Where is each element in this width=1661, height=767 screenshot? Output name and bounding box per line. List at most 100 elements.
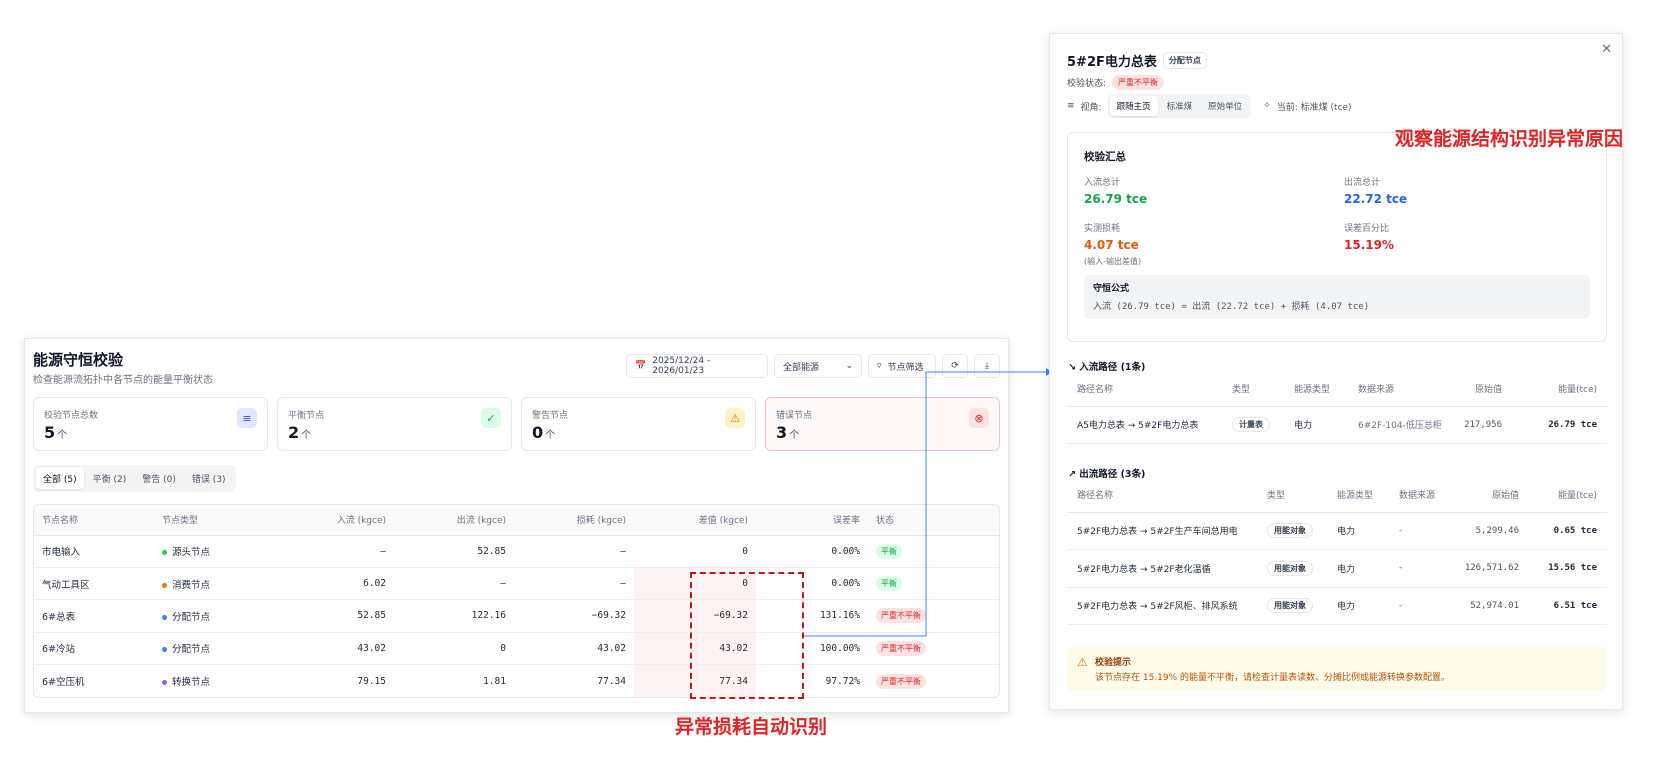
detail-title: 5#2F电力总表 分配节点 — [1067, 51, 1207, 70]
tab-warning[interactable]: 警告 (0) — [135, 468, 183, 489]
energy-type: 电力 — [1327, 512, 1389, 550]
stat-cards: 校验节点总数 5个 ≡ 平衡节点 2个 ✓ 警告节点 0个 ⚠ 错误节点 3个 … — [33, 397, 1000, 451]
hint-text: 该节点存在 15.19% 的能量不平衡，请检查计量表读数、分摊比例或能源转换参数… — [1095, 673, 1451, 683]
stat-label: 警告节点 — [532, 411, 569, 421]
path-name: 5#2F电力总表 → 5#2F风柜、排风系统 — [1067, 587, 1257, 625]
type-dot — [162, 550, 167, 556]
status-cell: 平衡 — [868, 535, 999, 568]
status-cell: 严重不平衡 — [868, 632, 999, 666]
annotation-anomaly-loss: 异常损耗自动识别 — [675, 716, 828, 738]
column-header: 节点类型 — [154, 505, 274, 536]
table-header-row: 路径名称 类型 能源类型 数据来源 原始值 能量(tce) — [1067, 372, 1607, 407]
path-type-tag: 用能对象 — [1267, 560, 1313, 576]
view-switcher: ≡ 视角: 跟随主页 标准煤 原始单位 ✧ 当前: 标准煤 (tce) — [1067, 94, 1351, 118]
tab-all[interactable]: 全部 (5) — [36, 468, 84, 489]
view-option-follow[interactable]: 跟随主页 — [1109, 96, 1158, 116]
stat-label: 平衡节点 — [288, 411, 325, 421]
table-row[interactable]: 5#2F电力总表 → 5#2F老化温循 用能对象 电力 - 126,571.62… — [1067, 549, 1607, 588]
loss-cell: 43.02 — [514, 632, 634, 666]
loss-cell: −69.32 — [514, 599, 634, 633]
stat-value: 3个 — [776, 423, 800, 442]
column-header: 状态 — [868, 505, 999, 536]
table-row[interactable]: 5#2F电力总表 → 5#2F生产车间总用电 用能对象 电力 - 5,299.4… — [1067, 512, 1607, 550]
path-name: 5#2F电力总表 → 5#2F老化温循 — [1067, 549, 1257, 588]
loss-cell: 77.34 — [597, 675, 626, 687]
tab-error[interactable]: 错误 (3) — [185, 468, 233, 489]
raw-value: 217,956 — [1452, 406, 1512, 444]
status-badge: 严重不平衡 — [876, 673, 926, 689]
outflow-cell: 122.16 — [394, 599, 514, 633]
status-badge: 严重不平衡 — [876, 608, 926, 624]
table-row[interactable]: 市电输入 源头节点 – 52.85 – 0 0.00% 平衡 — [34, 535, 999, 568]
column-header: 差值 (kgce) — [634, 505, 756, 536]
status-label: 校验状态: — [1067, 79, 1107, 89]
inflow-cell: – — [274, 535, 394, 568]
path-name: A5电力总表 → 5#2F电力总表 — [1067, 406, 1222, 444]
energy-tce: 15.56 tce — [1529, 549, 1607, 588]
status-cell: 严重不平衡 — [868, 599, 999, 633]
path-name: 5#2F电力总表 → 5#2F生产车间总用电 — [1067, 512, 1257, 550]
column-header: 误差率 — [756, 505, 868, 536]
data-source: - — [1389, 549, 1449, 588]
raw-value: 126,571.62 — [1449, 549, 1529, 588]
close-icon[interactable]: ✕ — [1601, 42, 1612, 57]
table-row[interactable]: 6#冷站 分配节点 43.02 0 43.02 43.02 100.00% 严重… — [34, 632, 999, 666]
type-dot — [162, 582, 167, 588]
download-button[interactable]: ⤓ — [974, 354, 1000, 378]
data-source: 6#2F-104-低压总柜 — [1348, 406, 1452, 444]
view-label: 视角: — [1080, 102, 1102, 113]
tab-balanced[interactable]: 平衡 (2) — [86, 468, 134, 489]
inflow-total: 入流总计 26.79 tce — [1084, 178, 1148, 206]
inflow-path-table: 路径名称 类型 能源类型 数据来源 原始值 能量(tce) A5电力总表 → 5… — [1067, 372, 1607, 444]
type-dot — [162, 614, 167, 620]
outflow-cell: 0 — [394, 632, 514, 666]
inflow-path-title: ↘ 入流路径 (1条) — [1068, 362, 1146, 373]
stat-card-warning: 警告节点 0个 ⚠ — [521, 397, 756, 451]
date-range-text: 2025/12/24 - 2026/01/23 — [652, 356, 711, 376]
warning-icon: ⚠ — [1077, 655, 1088, 669]
energy-type: 电力 — [1327, 549, 1389, 588]
status-tabs: 全部 (5) 平衡 (2) 警告 (0) 错误 (3) — [33, 465, 236, 492]
refresh-icon: ⟳ — [951, 361, 959, 371]
path-type-tag: 用能对象 — [1267, 523, 1313, 539]
raw-value: 5,299.46 — [1449, 512, 1529, 550]
type-dot — [162, 647, 167, 653]
table-row[interactable]: 气动工具区 消费节点 6.02 – – 0 0.00% 平衡 — [34, 567, 999, 601]
hint-title: 校验提示 — [1095, 658, 1132, 668]
error-percentage: 误差百分比 15.19% — [1344, 224, 1394, 252]
layers-icon: ≡ — [1067, 101, 1075, 111]
refresh-button[interactable]: ⟳ — [942, 354, 968, 378]
table-row[interactable]: 6#空压机 转换节点 79.15 1.81 77.34 77.34 97.72%… — [34, 664, 999, 697]
energy-type: 电力 — [1284, 406, 1348, 444]
stat-card-total: 校验节点总数 5个 ≡ — [33, 397, 268, 451]
current-unit: 当前: 标准煤 (tce) — [1276, 102, 1352, 113]
energy-select[interactable]: 全部能源 ⌄ — [774, 354, 862, 378]
view-option-raw[interactable]: 原始单位 — [1201, 96, 1249, 116]
conservation-formula: 守恒公式 入流 (26.79 tce) = 出流 (22.72 tce) + 损… — [1084, 275, 1590, 319]
outflow-cell: 1.81 — [483, 675, 506, 687]
page-title: 能源守恒校验 — [33, 351, 124, 369]
status-cell: 严重不平衡 — [868, 665, 999, 697]
table-row[interactable]: 5#2F电力总表 → 5#2F风柜、排风系统 用能对象 电力 - 52,974.… — [1067, 587, 1607, 625]
status-badge: 严重不平衡 — [1112, 75, 1165, 90]
annotation-structure-analysis: 观察能源结构识别异常原因 — [1395, 128, 1624, 150]
path-type-tag: 用能对象 — [1267, 598, 1313, 614]
node-name: 6#空压机 — [42, 677, 85, 688]
node-filter-button[interactable]: ▿ 节点筛选 — [868, 354, 936, 378]
node-type: 消费节点 — [154, 567, 274, 601]
date-range-picker[interactable]: 📅 2025/12/24 - 2026/01/23 — [626, 354, 768, 378]
calendar-icon: 📅 — [635, 361, 647, 371]
chevron-down-icon: ⌄ — [845, 361, 853, 371]
energy-tce: 26.79 tce — [1512, 406, 1607, 444]
node-type-tag: 分配节点 — [1162, 52, 1207, 69]
table-header-row: 节点名称 节点类型 入流 (kgce) 出流 (kgce) 损耗 (kgce) … — [34, 505, 999, 536]
x-circle-icon: ⊗ — [969, 408, 989, 428]
table-row[interactable]: 6#总表 分配节点 52.85 122.16 −69.32 −69.32 131… — [34, 599, 999, 633]
table-row[interactable]: A5电力总表 → 5#2F电力总表 计量表 电力 6#2F-104-低压总柜 2… — [1067, 406, 1607, 444]
table-header-row: 路径名称 类型 能源类型 数据来源 原始值 能量(tce) — [1067, 478, 1607, 513]
type-dot — [162, 680, 167, 685]
node-type: 分配节点 — [154, 632, 274, 666]
view-option-coal[interactable]: 标准煤 — [1160, 96, 1200, 116]
summary-card: 校验汇总 入流总计 26.79 tce 出流总计 22.72 tce 实测损耗 … — [1067, 132, 1607, 342]
node-filter-label: 节点筛选 — [887, 362, 924, 373]
